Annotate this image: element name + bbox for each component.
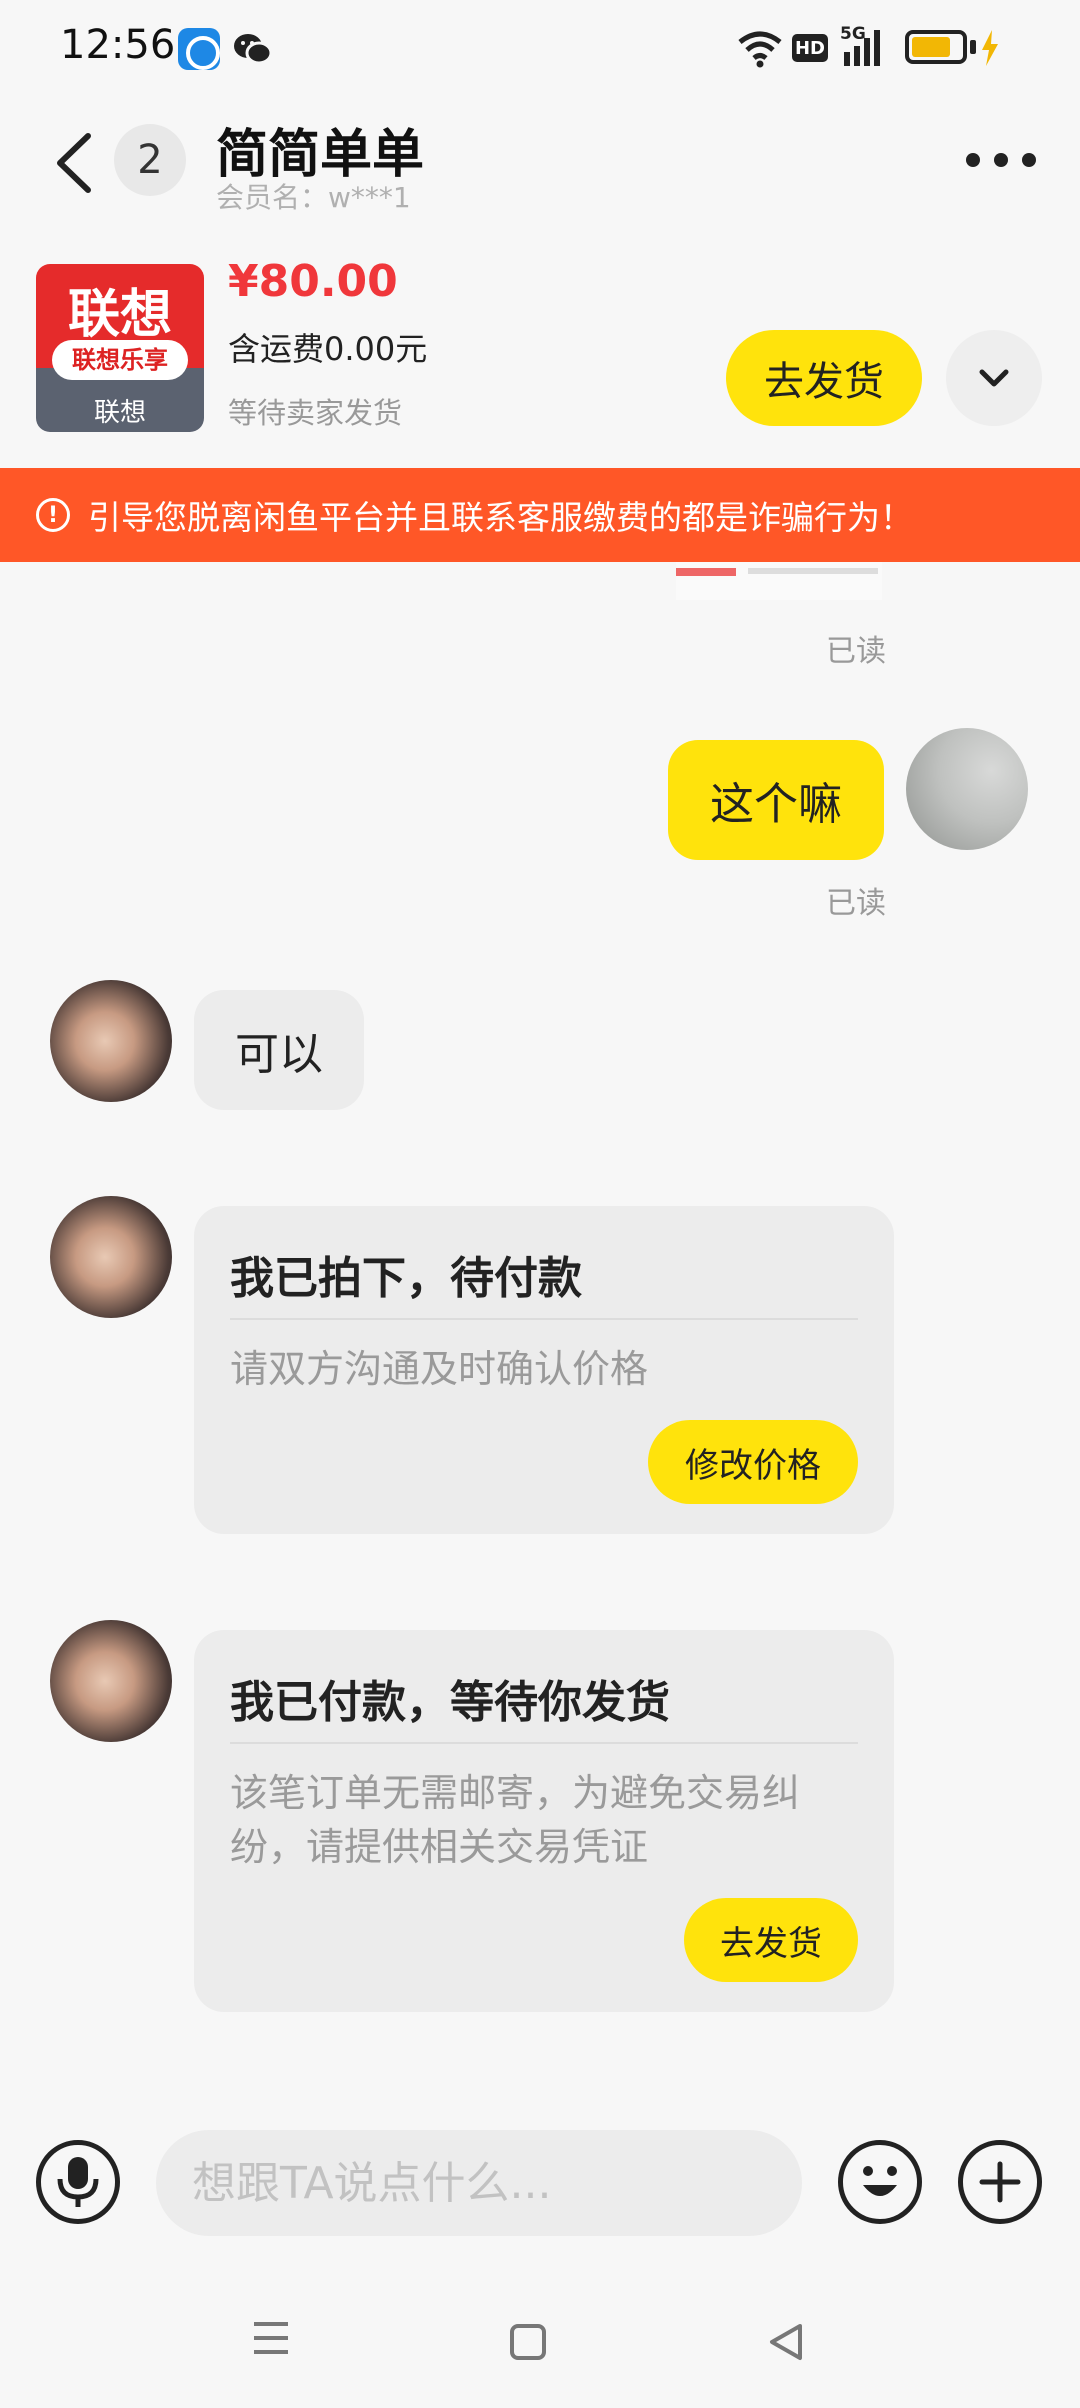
signal-icon: 5G (840, 24, 890, 68)
shipping-fee: 含运费0.00元 (228, 330, 428, 368)
card-title: 我已拍下，待付款 (230, 1253, 582, 1304)
smiley-icon (863, 2166, 897, 2196)
unread-count-badge[interactable]: 2 (114, 124, 186, 196)
fraud-warning-banner: ! 引导您脱离闲鱼平台并且联系客服缴费的都是诈骗行为！ (0, 468, 1080, 562)
wifi-icon (736, 28, 784, 68)
more-actions-button[interactable] (958, 2140, 1042, 2224)
back-button[interactable] (50, 130, 100, 196)
hd-icon: HD (792, 34, 828, 62)
emoji-button[interactable] (838, 2140, 922, 2224)
triangle-back-icon (770, 2324, 802, 2360)
order-card-pending-payment: 我已拍下，待付款 请双方沟通及时确认价格 修改价格 (194, 1206, 894, 1534)
warning-text: 引导您脱离闲鱼平台并且联系客服缴费的都是诈骗行为！ (88, 498, 913, 537)
dot (1022, 153, 1036, 167)
ship-button[interactable]: 去发货 (684, 1898, 858, 1982)
card-subtitle: 该笔订单无需邮寄，为避免交易纠纷，请提供相关交易凭证 (230, 1771, 801, 1869)
chevron-left-icon (57, 133, 91, 193)
charging-icon (980, 30, 1000, 66)
app-notification-icon (178, 28, 220, 70)
product-image[interactable]: 联想 联想乐享 联想 (36, 264, 204, 432)
contact-avatar[interactable] (50, 1620, 172, 1742)
ship-button[interactable]: 去发货 (726, 330, 922, 426)
image-message-remnant[interactable] (676, 562, 882, 600)
warning-icon: ! (36, 498, 70, 532)
my-avatar[interactable] (906, 728, 1028, 850)
product-image-badge: 联想乐享 (52, 340, 188, 380)
card-divider (230, 1742, 858, 1744)
order-status: 等待卖家发货 (228, 396, 403, 430)
recent-apps-button[interactable] (252, 2320, 290, 2356)
product-image-brand: 联想 (67, 284, 172, 345)
microphone-icon (57, 2157, 99, 2207)
read-receipt: 已读 (826, 886, 886, 921)
contact-avatar[interactable] (50, 1196, 172, 1318)
dot (994, 153, 1008, 167)
wechat-icon (232, 28, 274, 70)
card-subtitle: 请双方沟通及时确认价格 (230, 1347, 649, 1391)
battery-tip (970, 40, 976, 54)
chevron-down-icon (979, 369, 1009, 387)
voice-button[interactable] (36, 2140, 120, 2224)
order-card-paid: 我已付款，等待你发货 该笔订单无需邮寄，为避免交易纠纷，请提供相关交易凭证 去发… (194, 1630, 894, 2012)
message-input[interactable] (156, 2130, 802, 2236)
network-type: 5G (840, 24, 866, 44)
my-message-bubble[interactable]: 这个嘛 (668, 740, 884, 860)
plus-icon (979, 2161, 1021, 2203)
menu-icon (254, 2322, 288, 2354)
modify-price-button[interactable]: 修改价格 (648, 1420, 858, 1504)
product-image-footer: 联想 (93, 398, 146, 428)
more-options-button[interactable] (966, 140, 1036, 180)
product-price: ¥80.00 (228, 256, 398, 307)
battery-icon (905, 30, 967, 64)
read-receipt: 已读 (826, 634, 886, 669)
dot (966, 153, 980, 167)
status-time: 12:56 (60, 22, 176, 68)
card-divider (230, 1318, 858, 1320)
member-name: 会员名：w***1 (216, 181, 411, 214)
expand-button[interactable] (946, 330, 1042, 426)
card-title: 我已付款，等待你发货 (230, 1677, 670, 1728)
contact-avatar[interactable] (50, 980, 172, 1102)
contact-message-bubble[interactable]: 可以 (194, 990, 364, 1110)
home-button[interactable] (510, 2324, 546, 2360)
system-back-button[interactable] (766, 2322, 806, 2362)
